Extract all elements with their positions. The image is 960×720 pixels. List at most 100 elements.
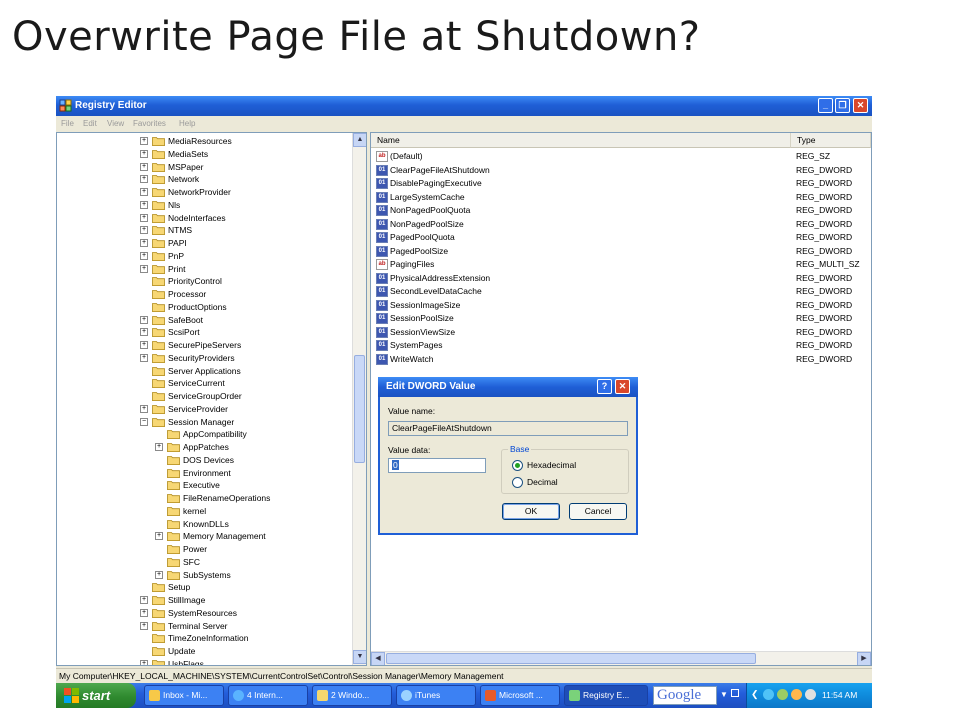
- taskbar-button-internet-explorer[interactable]: 4 Intern...: [228, 685, 308, 706]
- value-row[interactable]: 01 DisablePagingExecutive REG_DWORD: [371, 177, 871, 190]
- tree-item[interactable]: − Session Manager: [57, 416, 353, 428]
- tree-item[interactable]: + AppPatches: [57, 441, 353, 453]
- network-icon[interactable]: [763, 689, 774, 700]
- list-horizontal-scrollbar[interactable]: ◀ ▶: [371, 651, 871, 665]
- tree-item[interactable]: DOS Devices: [57, 454, 353, 466]
- value-row[interactable]: 01 PhysicalAddressExtension REG_DWORD: [371, 272, 871, 285]
- value-data-input[interactable]: 0: [388, 458, 486, 473]
- column-header-type[interactable]: Type: [791, 133, 871, 148]
- collapse-icon[interactable]: −: [140, 417, 148, 426]
- tree-item[interactable]: ServiceGroupOrder: [57, 390, 353, 402]
- tree-item[interactable]: Processor: [57, 288, 353, 300]
- expand-icon[interactable]: +: [140, 341, 148, 349]
- dialog-title-bar[interactable]: Edit DWORD Value ? ✕: [378, 377, 638, 397]
- tree-item[interactable]: Update: [57, 645, 353, 657]
- window-title-bar[interactable]: Registry Editor _ ❐ ✕: [56, 96, 872, 116]
- google-toolbar-search[interactable]: Google: [653, 686, 717, 705]
- tree-item[interactable]: + StillImage: [57, 594, 353, 606]
- tree-item[interactable]: ServiceCurrent: [57, 377, 353, 389]
- toolbar-options-icon[interactable]: [731, 689, 739, 697]
- tree-item[interactable]: + NetworkProvider: [57, 186, 353, 198]
- tree-scroll-thumb[interactable]: [354, 355, 365, 463]
- scroll-down-button[interactable]: ▼: [353, 650, 366, 664]
- ok-button[interactable]: OK: [502, 503, 560, 520]
- value-row[interactable]: ab PagingFiles REG_MULTI_SZ: [371, 258, 871, 271]
- tree-item[interactable]: + Terminal Server: [57, 620, 353, 632]
- list-scroll-thumb[interactable]: [386, 653, 756, 664]
- tree-item[interactable]: + PAPI: [57, 237, 353, 249]
- dialog-close-button[interactable]: ✕: [615, 379, 630, 394]
- menu-favorites[interactable]: Favorites: [133, 119, 166, 128]
- start-button[interactable]: start: [56, 683, 136, 708]
- expand-icon[interactable]: +: [140, 239, 148, 247]
- tree-item[interactable]: Setup: [57, 581, 353, 593]
- dialog-help-button[interactable]: ?: [597, 379, 612, 394]
- tree-vertical-scrollbar[interactable]: ▲ ▼: [352, 133, 366, 665]
- taskbar-button-microsoft[interactable]: Microsoft ...: [480, 685, 560, 706]
- update-icon[interactable]: [791, 689, 802, 700]
- menu-file[interactable]: File: [61, 119, 74, 128]
- tree-item[interactable]: + ServiceProvider: [57, 403, 353, 415]
- decimal-label[interactable]: Decimal: [527, 477, 558, 487]
- tree-item[interactable]: Executive: [57, 479, 353, 491]
- tree-item[interactable]: Environment: [57, 467, 353, 479]
- tree-item[interactable]: + MSPaper: [57, 161, 353, 173]
- expand-icon[interactable]: +: [155, 443, 163, 451]
- expand-icon[interactable]: +: [140, 404, 148, 413]
- value-row[interactable]: 01 ClearPageFileAtShutdown REG_DWORD: [371, 164, 871, 177]
- tree-item[interactable]: + SystemResources: [57, 607, 353, 619]
- antivirus-icon[interactable]: [777, 689, 788, 700]
- tree-item[interactable]: + SecurePipeServers: [57, 339, 353, 351]
- value-row[interactable]: 01 SystemPages REG_DWORD: [371, 339, 871, 352]
- tree-item[interactable]: + NTMS: [57, 224, 353, 236]
- expand-icon[interactable]: +: [140, 353, 148, 362]
- value-row[interactable]: 01 PagedPoolSize REG_DWORD: [371, 245, 871, 258]
- tree-item[interactable]: + SecurityProviders: [57, 352, 353, 364]
- tree-item[interactable]: kernel: [57, 505, 353, 517]
- tree-item[interactable]: + NodeInterfaces: [57, 212, 353, 224]
- volume-icon[interactable]: [805, 689, 816, 700]
- tree-item[interactable]: ProductOptions: [57, 301, 353, 313]
- tree-item[interactable]: AppCompatibility: [57, 428, 353, 440]
- value-row[interactable]: 01 WriteWatch REG_DWORD: [371, 353, 871, 366]
- tree-item[interactable]: + ScsiPort: [57, 326, 353, 338]
- menu-edit[interactable]: Edit: [83, 119, 97, 128]
- expand-icon[interactable]: +: [140, 149, 148, 158]
- scroll-left-button[interactable]: ◀: [371, 652, 385, 665]
- value-row[interactable]: 01 LargeSystemCache REG_DWORD: [371, 191, 871, 204]
- expand-icon[interactable]: +: [140, 251, 148, 260]
- tree-item[interactable]: + PnP: [57, 250, 353, 262]
- menu-help[interactable]: Help: [179, 119, 195, 128]
- tree-item[interactable]: + SubSystems: [57, 569, 353, 581]
- decimal-radio[interactable]: [512, 477, 523, 488]
- tree-item[interactable]: + MediaSets: [57, 148, 353, 160]
- tree-item[interactable]: + Print: [57, 263, 353, 275]
- expand-icon[interactable]: +: [140, 175, 148, 184]
- hexadecimal-radio[interactable]: [512, 460, 523, 471]
- expand-icon[interactable]: +: [140, 137, 148, 145]
- column-header-name[interactable]: Name: [371, 133, 791, 148]
- tree-item[interactable]: PriorityControl: [57, 275, 353, 287]
- tree-item[interactable]: + UsbFlags: [57, 658, 353, 665]
- value-row[interactable]: ab (Default) REG_SZ: [371, 150, 871, 163]
- tree-item[interactable]: Power: [57, 543, 353, 555]
- tree-item[interactable]: Server Applications: [57, 365, 353, 377]
- value-row[interactable]: 01 NonPagedPoolQuota REG_DWORD: [371, 204, 871, 217]
- expand-icon[interactable]: +: [140, 264, 148, 273]
- value-row[interactable]: 01 SessionPoolSize REG_DWORD: [371, 312, 871, 325]
- tree-item[interactable]: + Memory Management: [57, 530, 353, 542]
- value-row[interactable]: 01 PagedPoolQuota REG_DWORD: [371, 231, 871, 244]
- expand-icon[interactable]: +: [140, 315, 148, 324]
- menu-view[interactable]: View: [107, 119, 124, 128]
- tree-item[interactable]: + Nls: [57, 199, 353, 211]
- expand-icon[interactable]: +: [140, 608, 148, 617]
- expand-icon[interactable]: +: [140, 328, 148, 337]
- hexadecimal-label[interactable]: Hexadecimal: [527, 460, 576, 470]
- expand-icon[interactable]: +: [140, 188, 148, 196]
- taskbar-button-registry-editor[interactable]: Registry E...: [564, 685, 648, 706]
- expand-icon[interactable]: +: [155, 570, 163, 579]
- expand-icon[interactable]: +: [140, 596, 148, 604]
- expand-icon[interactable]: +: [140, 200, 148, 209]
- toolbar-dropdown-icon[interactable]: ▼: [720, 690, 728, 699]
- tree-item[interactable]: SFC: [57, 556, 353, 568]
